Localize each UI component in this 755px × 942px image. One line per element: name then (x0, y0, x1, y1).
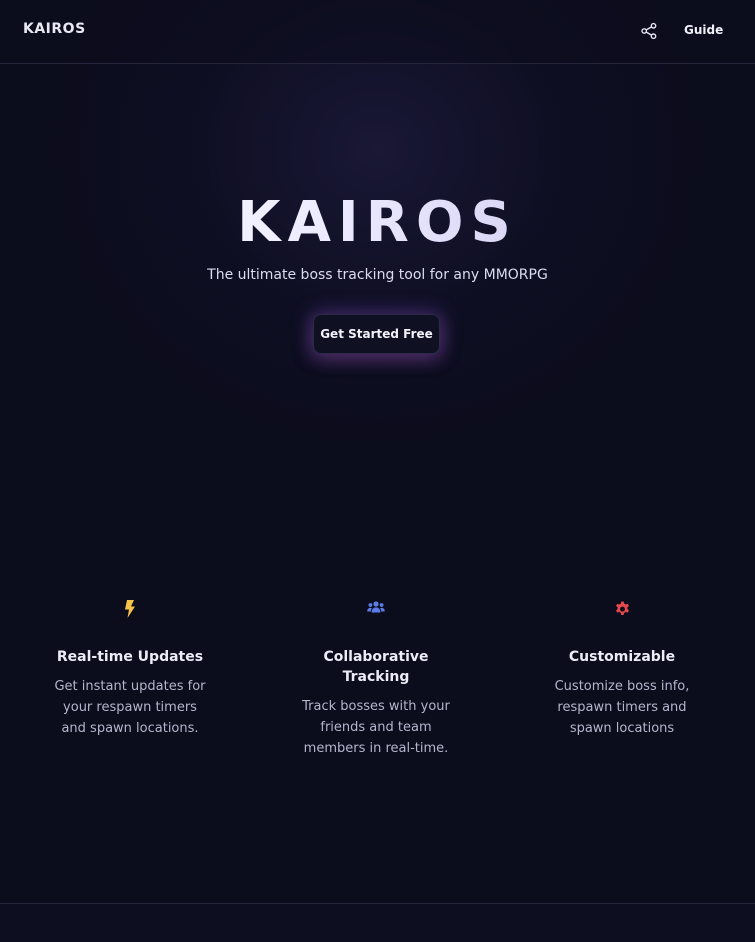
share-icon[interactable] (640, 22, 658, 40)
top-navbar: KAIROS Guide (0, 0, 755, 64)
users-icon (296, 600, 456, 626)
gear-icon (542, 600, 702, 626)
feature-title: Collaborative Tracking (323, 649, 429, 685)
feature-description: Get instant updates for your respawn tim… (54, 679, 206, 736)
landing-page: KAIROS Guide KAIROS The ultimate boss tr… (0, 0, 755, 942)
brand-logo[interactable]: KAIROS (23, 21, 86, 37)
get-started-button[interactable]: Get Started Free (313, 314, 440, 354)
guide-link[interactable]: Guide (684, 23, 723, 37)
hero-title: KAIROS (0, 190, 755, 255)
feature-title: Real-time Updates (56, 649, 204, 665)
feature-card-realtime: Real-time Updates Get instant updates fo… (50, 600, 210, 739)
feature-description: Track bosses with your friends and team … (302, 699, 450, 756)
feature-card-collaborative: Collaborative Tracking Track bosses with… (296, 600, 456, 759)
feature-card-customizable: Customizable Customize boss info, respaw… (542, 600, 702, 739)
footer (0, 903, 755, 942)
lightning-icon (50, 600, 210, 626)
feature-title: Customizable (568, 649, 676, 665)
feature-description: Customize boss info, respawn timers and … (554, 679, 690, 736)
hero-subtitle: The ultimate boss tracking tool for any … (207, 267, 548, 283)
